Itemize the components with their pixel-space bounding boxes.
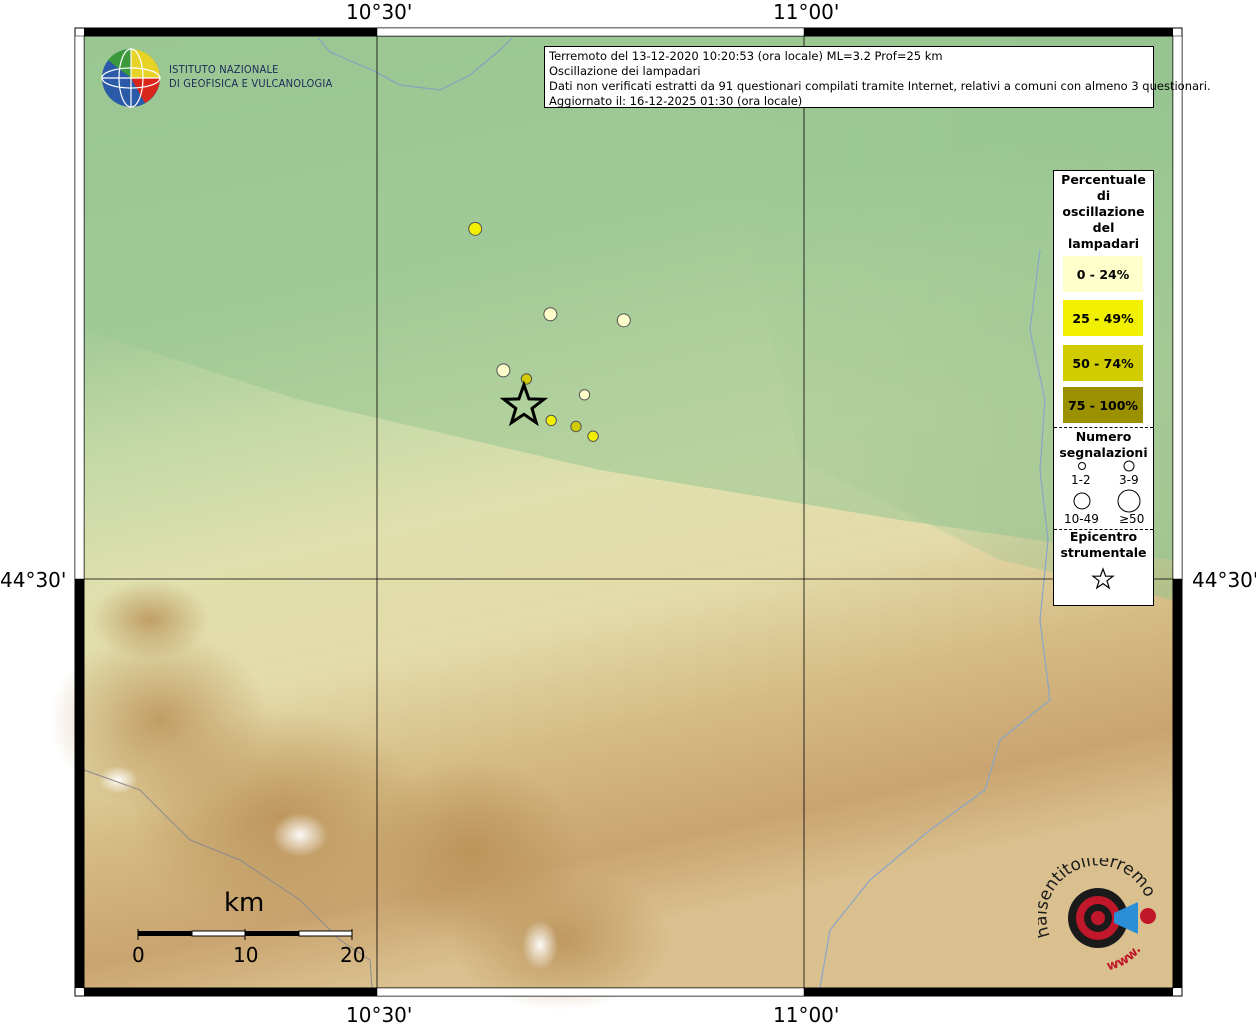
size-label-10-49: 10-49 [1064,512,1099,526]
felt-report-point [496,363,511,378]
felt-report-point [587,430,599,442]
legend-panel: Percentuale di oscillazione del lampadar… [1053,170,1154,606]
legend-size-title: Numero segnalazioni [1054,429,1153,461]
legend-title-line: del [1092,220,1115,235]
felt-report-point [578,389,591,401]
legend-title-line: oscillazione [1062,204,1145,219]
legend-title: Percentuale di oscillazione del lampadar… [1054,172,1153,252]
map-subject: Oscillazione dei lampadari [549,64,701,78]
felt-report-point [545,414,557,427]
haisentito-logo: haisentitoilterremoto.it www. [1031,843,1168,982]
ingv-logo-text: ISTITUTO NAZIONALE DI GEOFISICA E VULCAN… [169,63,332,91]
top-label-1030: 10°30' [346,0,413,24]
legend-star-icon [1091,567,1115,590]
logo-line-1: ISTITUTO NAZIONALE [169,63,279,76]
size-label-1-2: 1-2 [1071,473,1091,487]
top-label-1100: 11°00' [773,0,840,24]
haisentito-logo-www: www. [1105,943,1144,975]
haisentito-logo-icon: haisentitoilterremoto.it www. [1031,843,1159,975]
size-label-3-9: 3-9 [1119,473,1139,487]
terrain-layer [50,36,1173,1010]
epicenter-title-line: Epicentro [1069,529,1138,544]
felt-report-point [468,221,483,236]
event-info-box: Terremoto del 13-12-2020 10:20:53 (ora l… [544,46,1211,108]
epicenter-title-line: strumentale [1060,545,1147,560]
data-note: Dati non verificati estratti da 91 quest… [549,79,1211,93]
scale-label-10: 10 [233,943,259,967]
legend-separator [1054,427,1153,428]
logo-line-2: DI GEOFISICA E VULCANOLOGIA [169,77,333,90]
legend-class-50-74: 50 - 74% [1063,345,1143,381]
bottom-label-1100: 11°00' [773,1003,840,1027]
felt-report-point [570,420,582,433]
felt-report-point [520,373,533,385]
left-label-4430: 44°30' [0,568,67,592]
size-label-50-plus: ≥50 [1119,512,1145,526]
legend-class-25-49: 25 - 49% [1063,300,1143,336]
bottom-label-1030: 10°30' [346,1003,413,1027]
size-title-line: Numero [1075,429,1132,444]
legend-title-line: di [1096,188,1111,203]
ingv-logo-globe-icon [101,48,161,108]
scale-title: km [224,888,265,918]
legend-class-75-100: 75 - 100% [1063,387,1143,423]
right-label-4430: 44°30' [1192,568,1256,592]
scale-label-20: 20 [340,943,366,967]
legend-class-0-24: 0 - 24% [1063,256,1143,292]
legend-epicenter-title: Epicentro strumentale [1054,529,1153,561]
event-title: Terremoto del 13-12-2020 10:20:53 (ora l… [549,49,943,63]
felt-report-point [616,313,631,328]
scale-label-0: 0 [132,943,145,967]
legend-title-line: Percentuale [1061,172,1146,187]
legend-title-line: lampadari [1068,236,1139,251]
update-time: Aggiornato il: 16-12-2025 01:30 (ora loc… [549,94,803,108]
felt-report-point [543,307,558,322]
svg-text:www.: www. [1105,943,1144,975]
